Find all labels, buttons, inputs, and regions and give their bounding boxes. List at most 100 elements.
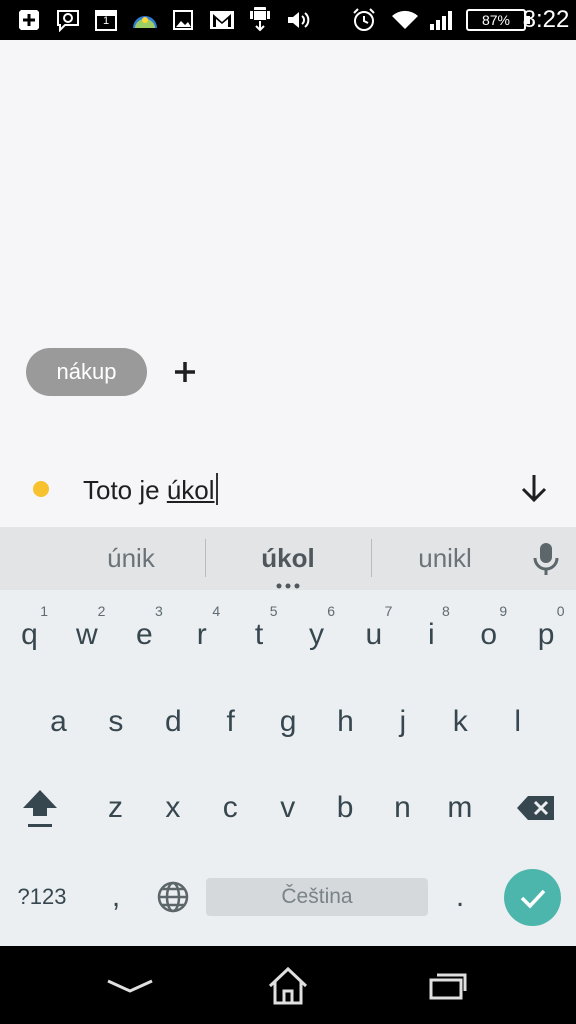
period-key[interactable]: . — [432, 867, 488, 927]
key-hint: 8 — [442, 603, 450, 619]
task-text-input[interactable]: Toto je úkol — [83, 470, 218, 510]
key-hint: 7 — [384, 603, 393, 619]
key-label: p — [537, 618, 555, 651]
key-d[interactable]: d — [145, 682, 202, 762]
key-hint: 3 — [155, 603, 163, 619]
key-a[interactable]: a — [30, 682, 87, 762]
microphone-icon — [533, 543, 559, 575]
key-w[interactable]: w2 — [58, 595, 115, 675]
task-text-prefix: Toto je — [83, 475, 167, 505]
home-button[interactable] — [258, 964, 318, 1008]
symbols-key[interactable]: ?123 — [6, 867, 78, 927]
key-label: g — [279, 705, 297, 738]
globe-icon — [157, 881, 189, 913]
home-icon — [268, 966, 308, 1005]
plus-box-icon — [16, 6, 42, 34]
chat-icon — [54, 6, 82, 34]
more-suggestions-icon[interactable] — [276, 583, 300, 589]
key-label: i — [427, 618, 435, 651]
key-p[interactable]: p0 — [518, 595, 575, 675]
android-download-icon — [248, 6, 272, 34]
key-hint: 5 — [269, 603, 278, 619]
suggestion-strip: únik úkol unikl — [0, 527, 576, 590]
key-label: z — [108, 791, 123, 824]
backspace-key[interactable] — [504, 768, 568, 848]
calendar-day: 1 — [102, 15, 110, 27]
key-u[interactable]: u7 — [345, 595, 402, 675]
key-label: v — [280, 791, 296, 824]
key-label: c — [222, 791, 238, 824]
key-z[interactable]: z — [87, 768, 144, 848]
key-label: x — [165, 791, 181, 824]
alarm-icon — [350, 6, 378, 34]
key-label: e — [135, 618, 153, 651]
gmail-icon — [208, 6, 236, 34]
key-t[interactable]: t5 — [231, 595, 288, 675]
key-n[interactable]: n — [374, 768, 431, 848]
recents-button[interactable] — [418, 964, 478, 1008]
key-h[interactable]: h — [317, 682, 374, 762]
key-label: h — [337, 705, 354, 738]
key-f[interactable]: f — [202, 682, 259, 762]
back-button[interactable] — [100, 964, 160, 1008]
recents-icon — [429, 973, 467, 1000]
plus-icon — [175, 362, 195, 382]
suggestion-right[interactable]: unikl — [371, 527, 519, 590]
key-y[interactable]: y6 — [288, 595, 345, 675]
key-b[interactable]: b — [317, 768, 374, 848]
key-m[interactable]: m — [431, 768, 488, 848]
key-label: j — [399, 705, 407, 738]
status-bar: 1 87% 8:22 — [0, 0, 576, 40]
key-label: m — [447, 791, 473, 824]
key-r[interactable]: r4 — [173, 595, 230, 675]
key-c[interactable]: c — [202, 768, 259, 848]
suggestion-center[interactable]: úkol — [205, 527, 371, 590]
image-icon — [171, 6, 195, 34]
add-tag-button[interactable] — [168, 354, 202, 390]
collapse-button[interactable] — [518, 472, 552, 506]
key-label: w — [76, 618, 98, 651]
key-x[interactable]: x — [144, 768, 201, 848]
signal-icon — [428, 6, 456, 34]
key-hint: 9 — [499, 603, 508, 619]
arrow-down-icon — [521, 475, 547, 503]
key-label: u — [365, 618, 383, 651]
key-j[interactable]: j — [374, 682, 431, 762]
key-hint: 1 — [40, 603, 48, 619]
backspace-icon — [517, 796, 554, 820]
key-s[interactable]: s — [87, 682, 144, 762]
key-label: b — [336, 791, 354, 824]
key-k[interactable]: k — [432, 682, 489, 762]
key-label: d — [164, 705, 182, 738]
weather-icon — [130, 6, 160, 34]
key-o[interactable]: o9 — [460, 595, 517, 675]
key-label: l — [514, 705, 522, 738]
volume-icon — [285, 6, 311, 34]
task-color-dot[interactable] — [33, 481, 49, 497]
calendar-icon: 1 — [93, 6, 119, 34]
key-i[interactable]: i8 — [403, 595, 460, 675]
navigation-bar — [0, 946, 576, 1024]
key-hint: 6 — [327, 603, 335, 619]
checkmark-icon — [520, 889, 545, 909]
suggestion-left[interactable]: únik — [40, 527, 222, 590]
wifi-icon — [391, 6, 419, 34]
language-key[interactable] — [146, 867, 200, 927]
shift-key[interactable] — [8, 768, 72, 848]
space-key[interactable]: Čeština — [206, 878, 428, 916]
tag-chip-nakup[interactable]: nákup — [26, 348, 147, 396]
key-label: n — [394, 791, 411, 824]
key-v[interactable]: v — [259, 768, 316, 848]
key-q[interactable]: q1 — [1, 595, 58, 675]
key-label: f — [226, 705, 235, 738]
back-icon — [107, 979, 153, 993]
comma-key[interactable]: , — [88, 867, 144, 927]
task-text-composing: úkol — [166, 475, 215, 505]
enter-key[interactable] — [504, 869, 561, 926]
key-l[interactable]: l — [489, 682, 546, 762]
key-g[interactable]: g — [260, 682, 317, 762]
key-label: a — [50, 705, 67, 738]
key-label: t — [254, 618, 264, 651]
voice-input-button[interactable] — [531, 541, 561, 577]
key-e[interactable]: e3 — [116, 595, 173, 675]
